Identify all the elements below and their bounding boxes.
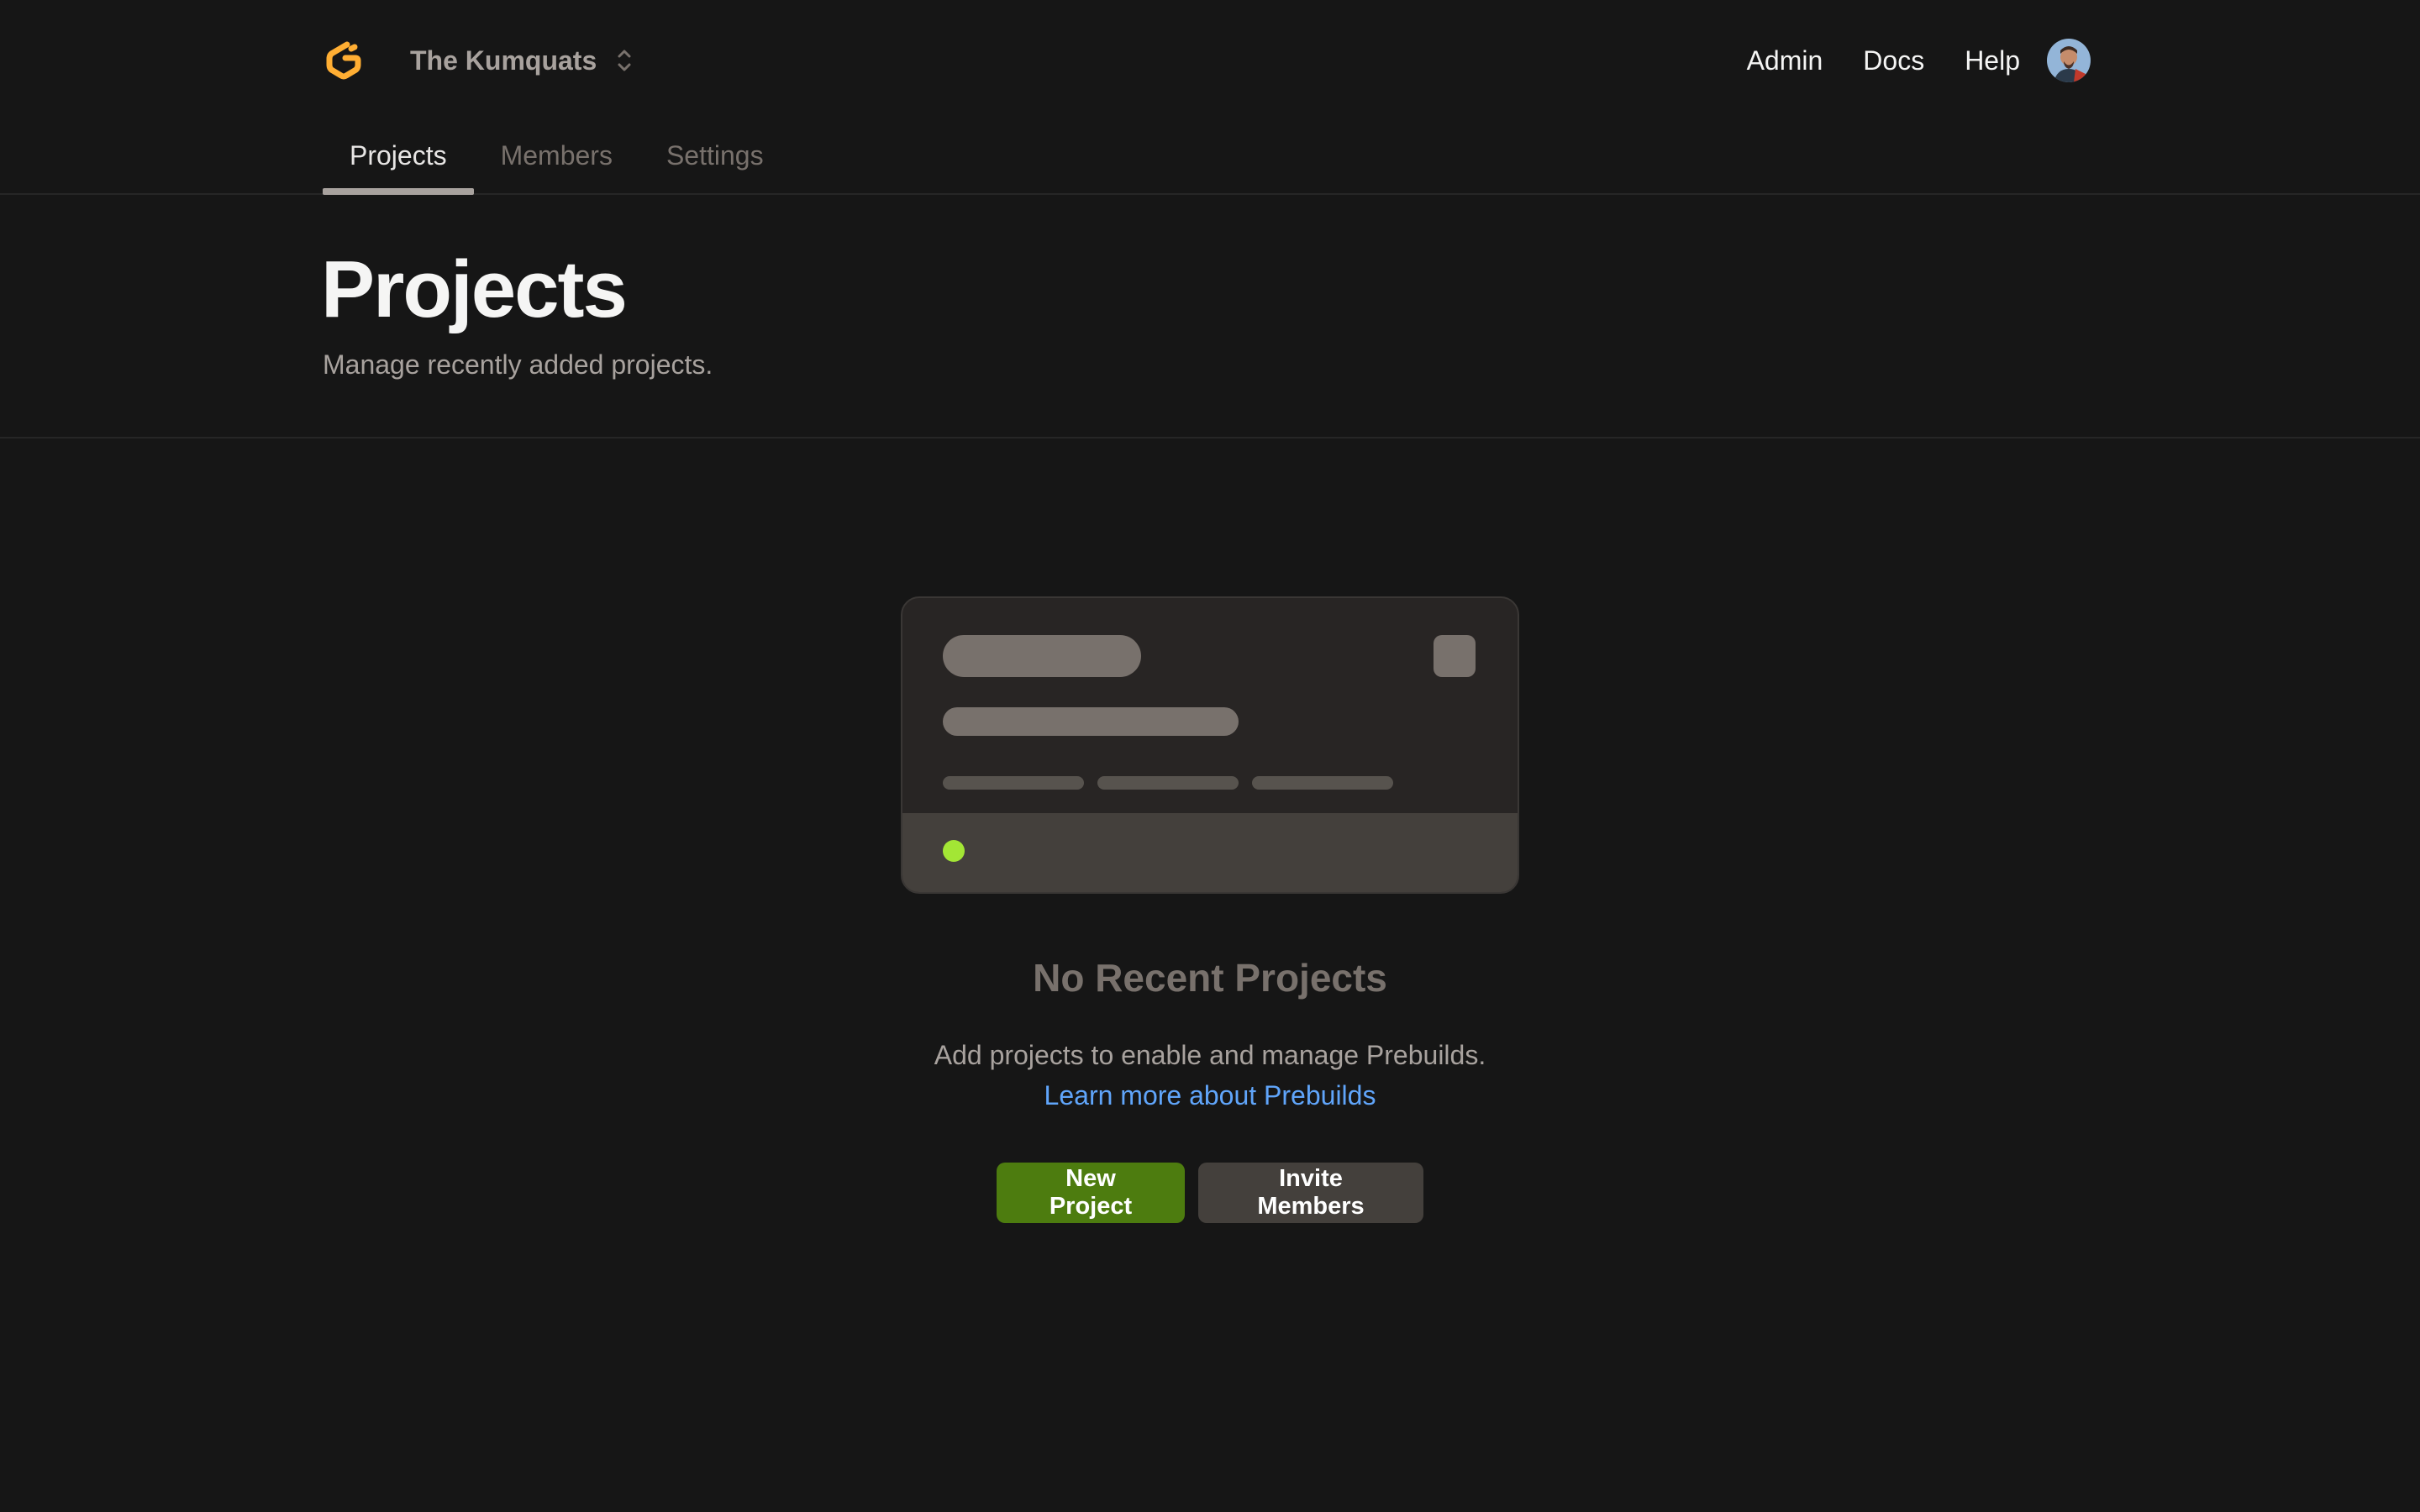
placeholder-meta-line — [1097, 776, 1239, 790]
placeholder-subtitle-bar — [943, 707, 1239, 736]
org-name: The Kumquats — [410, 45, 597, 76]
tab-members[interactable]: Members — [474, 134, 639, 195]
placeholder-footer — [902, 813, 1518, 892]
top-nav: Admin Docs Help — [1747, 39, 2020, 82]
nav-admin-link[interactable]: Admin — [1747, 45, 1823, 76]
new-project-button[interactable]: New Project — [997, 1163, 1185, 1223]
chevron-up-down-icon — [618, 50, 631, 71]
nav-help-link[interactable]: Help — [1965, 45, 2020, 76]
page-title: Projects — [321, 244, 628, 334]
placeholder-title-bar — [943, 635, 1141, 677]
learn-more-prebuilds-link[interactable]: Learn more about Prebuilds — [1044, 1080, 1376, 1110]
avatar-image — [2047, 39, 2091, 82]
empty-state-actions: New Project Invite Members — [0, 1163, 2420, 1223]
empty-state-description: Add projects to enable and manage Prebui… — [934, 1040, 1486, 1070]
page-heading: Projects Manage recently added projects. — [0, 195, 2420, 438]
page-subtitle: Manage recently added projects. — [323, 349, 713, 380]
nav-docs-link[interactable]: Docs — [1863, 45, 1924, 76]
gitpod-logo-icon[interactable] — [323, 39, 365, 82]
placeholder-meta-line — [943, 776, 1084, 790]
empty-projects-illustration — [901, 596, 1519, 894]
empty-state-link-row: Learn more about Prebuilds — [0, 1077, 2420, 1114]
org-switcher[interactable]: The Kumquats — [410, 42, 634, 79]
status-dot-icon — [943, 840, 965, 862]
tab-projects[interactable]: Projects — [323, 134, 474, 195]
tab-settings[interactable]: Settings — [639, 134, 791, 195]
empty-state-title: No Recent Projects — [1033, 956, 1387, 1000]
placeholder-meta-line — [1252, 776, 1393, 790]
invite-members-button[interactable]: Invite Members — [1198, 1163, 1423, 1223]
user-avatar-icon[interactable] — [2047, 39, 2091, 82]
app-header: The Kumquats Admin Docs Help Projects Me… — [0, 0, 2420, 195]
placeholder-icon-square — [1434, 635, 1476, 677]
tab-bar: Projects Members Settings — [323, 134, 791, 195]
page: The Kumquats Admin Docs Help Projects Me… — [0, 0, 2420, 1512]
